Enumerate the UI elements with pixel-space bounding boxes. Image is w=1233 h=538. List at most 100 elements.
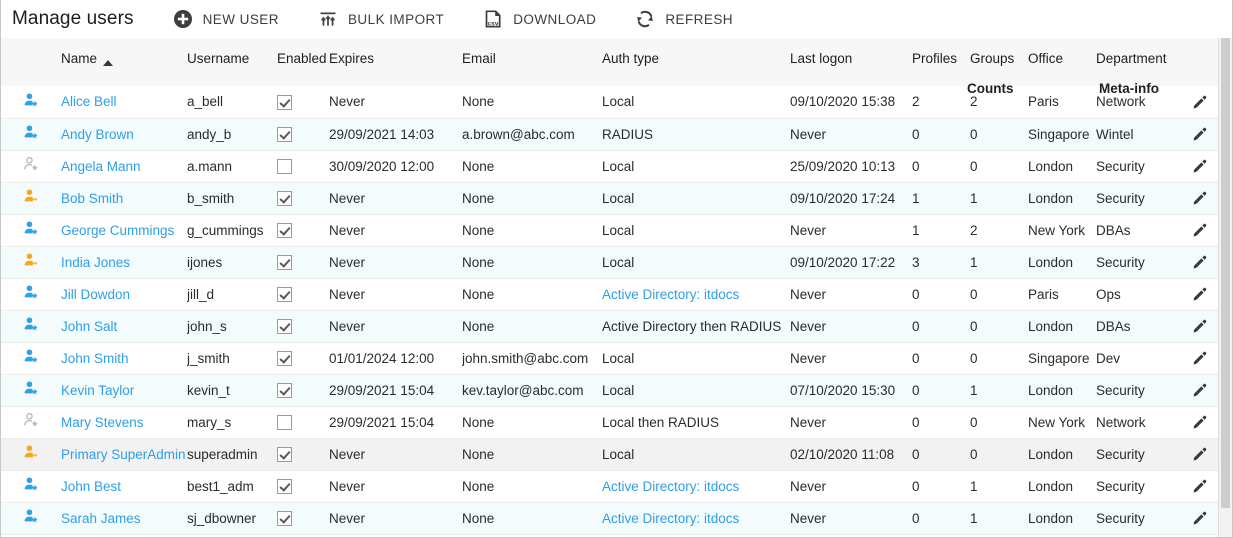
office-text: Paris xyxy=(1028,286,1059,302)
enabled-checkbox[interactable] xyxy=(277,254,292,270)
user-name-link[interactable]: Angela Mann xyxy=(61,159,141,174)
column-header-enabled[interactable]: Enabled xyxy=(277,38,329,86)
enabled-checkbox[interactable] xyxy=(277,126,292,142)
profiles-count-cell: 0 xyxy=(912,342,970,375)
auth-type-text: Local xyxy=(602,190,635,206)
user-name-cell: John Salt xyxy=(49,310,187,343)
profiles-count: 0 xyxy=(912,446,920,462)
user-name-link[interactable]: Sarah James xyxy=(61,511,141,526)
column-header-name[interactable]: Name xyxy=(49,38,187,86)
table-row[interactable]: John Salt john_s Never None Active Directory… xyxy=(1,310,1230,343)
scrollbar-thumb[interactable] xyxy=(1221,38,1230,508)
enabled-checkbox[interactable] xyxy=(277,478,292,494)
groups-count: 0 xyxy=(970,126,978,142)
profiles-count: 2 xyxy=(912,94,920,110)
table-row[interactable]: Jill Dowdon jill_d Never None Active Directo… xyxy=(1,278,1230,311)
column-header-lastlogon[interactable]: Last logon xyxy=(790,38,912,86)
table-row[interactable]: Bob Smith b_smith Never None Local 09/10/2020… xyxy=(1,182,1230,215)
department-cell: Security xyxy=(1096,182,1192,215)
auth-type-text: Local xyxy=(602,446,635,462)
last-logon-text: 07/10/2020 15:30 xyxy=(790,382,896,398)
enabled-checkbox[interactable] xyxy=(277,222,292,238)
enabled-checkbox[interactable] xyxy=(277,446,292,462)
profiles-count-cell: 0 xyxy=(912,438,970,471)
last-logon-text: Never xyxy=(790,318,827,334)
auth-type-text: Local then RADIUS xyxy=(602,414,720,430)
auth-type-text[interactable]: Active Directory: itdocs xyxy=(602,479,739,494)
table-row[interactable]: Primary SuperAdmin superadmin Never None Loc… xyxy=(1,438,1230,471)
enabled-checkbox[interactable] xyxy=(277,510,292,526)
column-header-expires[interactable]: Expires xyxy=(329,38,462,86)
column-header-authtype[interactable]: Auth type xyxy=(602,38,790,86)
user-name-link[interactable]: John Best xyxy=(61,479,121,494)
user-name-link[interactable]: Bob Smith xyxy=(61,191,123,206)
auth-type-text: RADIUS xyxy=(602,126,654,142)
enabled-checkbox[interactable] xyxy=(277,318,292,334)
groups-count-cell: 1 xyxy=(970,246,1028,279)
enabled-checkbox[interactable] xyxy=(277,414,292,430)
column-header-profiles[interactable]: Profiles xyxy=(912,38,970,86)
column-header-email[interactable]: Email xyxy=(462,38,602,86)
enabled-checkbox[interactable] xyxy=(277,94,292,110)
expires-text: Never xyxy=(329,318,366,334)
user-name-link[interactable]: Andy Brown xyxy=(61,127,134,142)
download-button[interactable]: csv DOWNLOAD xyxy=(482,8,596,30)
email-cell: None xyxy=(462,150,602,183)
enabled-checkbox[interactable] xyxy=(277,286,292,302)
table-row[interactable]: George Cummings g_cummings Never None Local N… xyxy=(1,214,1230,247)
username-cell: g_cummings xyxy=(187,214,277,247)
table-row[interactable]: Alice Bell a_bell Never None Local 09/10/2020… xyxy=(1,86,1230,119)
user-name-link[interactable]: Primary SuperAdmin xyxy=(61,447,186,462)
table-row[interactable]: Mary Stevens mary_s 29/09/2021 15:04 None Lo… xyxy=(1,406,1230,439)
enabled-checkbox[interactable] xyxy=(277,382,292,398)
auth-type-text[interactable]: Active Directory: itdocs xyxy=(602,287,739,302)
auth-type-text: Local xyxy=(602,350,635,366)
refresh-button[interactable]: REFRESH xyxy=(634,8,733,30)
table-row[interactable]: John Best best1_adm Never None Active Direct… xyxy=(1,470,1230,503)
email-text: a.brown@abc.com xyxy=(462,126,575,142)
new-user-button[interactable]: NEW USER xyxy=(172,8,279,30)
table-row[interactable]: Angela Mann a.mann 30/09/2020 12:00 None Loc… xyxy=(1,150,1230,183)
enabled-checkbox[interactable] xyxy=(277,158,292,174)
department-text: Security xyxy=(1096,254,1145,270)
user-name-cell: Sarah James xyxy=(49,502,187,535)
expires-cell: Never xyxy=(329,502,462,535)
groups-count-cell: 0 xyxy=(970,310,1028,343)
user-name-cell: Primary SuperAdmin xyxy=(49,438,187,471)
email-text: kev.taylor@abc.com xyxy=(462,382,584,398)
username-cell: kevin_t xyxy=(187,374,277,407)
user-name-link[interactable]: Kevin Taylor xyxy=(61,383,134,398)
auth-type-text[interactable]: Active Directory: itdocs xyxy=(602,511,739,526)
column-header-username[interactable]: Username xyxy=(187,38,277,86)
username-cell: andy_b xyxy=(187,118,277,151)
department-cell: Security xyxy=(1096,470,1192,503)
user-name-link[interactable]: Alice Bell xyxy=(61,94,117,109)
table-row[interactable]: Kevin Taylor kevin_t 29/09/2021 15:04 kev.t… xyxy=(1,374,1230,407)
user-name-link[interactable]: George Cummings xyxy=(61,223,174,238)
column-header-department[interactable]: Department xyxy=(1096,38,1192,86)
enabled-checkbox[interactable] xyxy=(277,190,292,206)
office-text: Singapore xyxy=(1028,126,1090,142)
user-name-link[interactable]: John Salt xyxy=(61,319,117,334)
table-row[interactable]: Sarah James sj_dbowner Never None Active Dir… xyxy=(1,502,1230,535)
column-header-groups[interactable]: Groups xyxy=(970,38,1028,86)
user-type-cell xyxy=(1,86,49,119)
user-name-link[interactable]: India Jones xyxy=(61,255,130,270)
auth-type-cell: Local then RADIUS xyxy=(602,406,790,439)
enabled-checkbox[interactable] xyxy=(277,350,292,366)
profiles-count-cell: 1 xyxy=(912,182,970,215)
user-type-cell xyxy=(1,502,49,535)
vertical-scrollbar[interactable] xyxy=(1218,38,1232,537)
user-enabled-icon xyxy=(23,509,40,528)
table-row[interactable]: John Smith j_smith 01/01/2024 12:00 john.sm… xyxy=(1,342,1230,375)
user-name-link[interactable]: Mary Stevens xyxy=(61,415,144,430)
user-name-link[interactable]: John Smith xyxy=(61,351,129,366)
bulk-import-button[interactable]: BULK IMPORT xyxy=(317,8,444,30)
profiles-count: 0 xyxy=(912,126,920,142)
table-row[interactable]: Andy Brown andy_b 29/09/2021 14:03 a.brown@… xyxy=(1,118,1230,151)
table-row[interactable]: India Jones ijones Never None Local 09/10/202… xyxy=(1,246,1230,279)
column-header-office[interactable]: Office xyxy=(1028,38,1096,86)
department-cell: Network xyxy=(1096,406,1192,439)
expires-cell: Never xyxy=(329,182,462,215)
user-name-link[interactable]: Jill Dowdon xyxy=(61,287,130,302)
